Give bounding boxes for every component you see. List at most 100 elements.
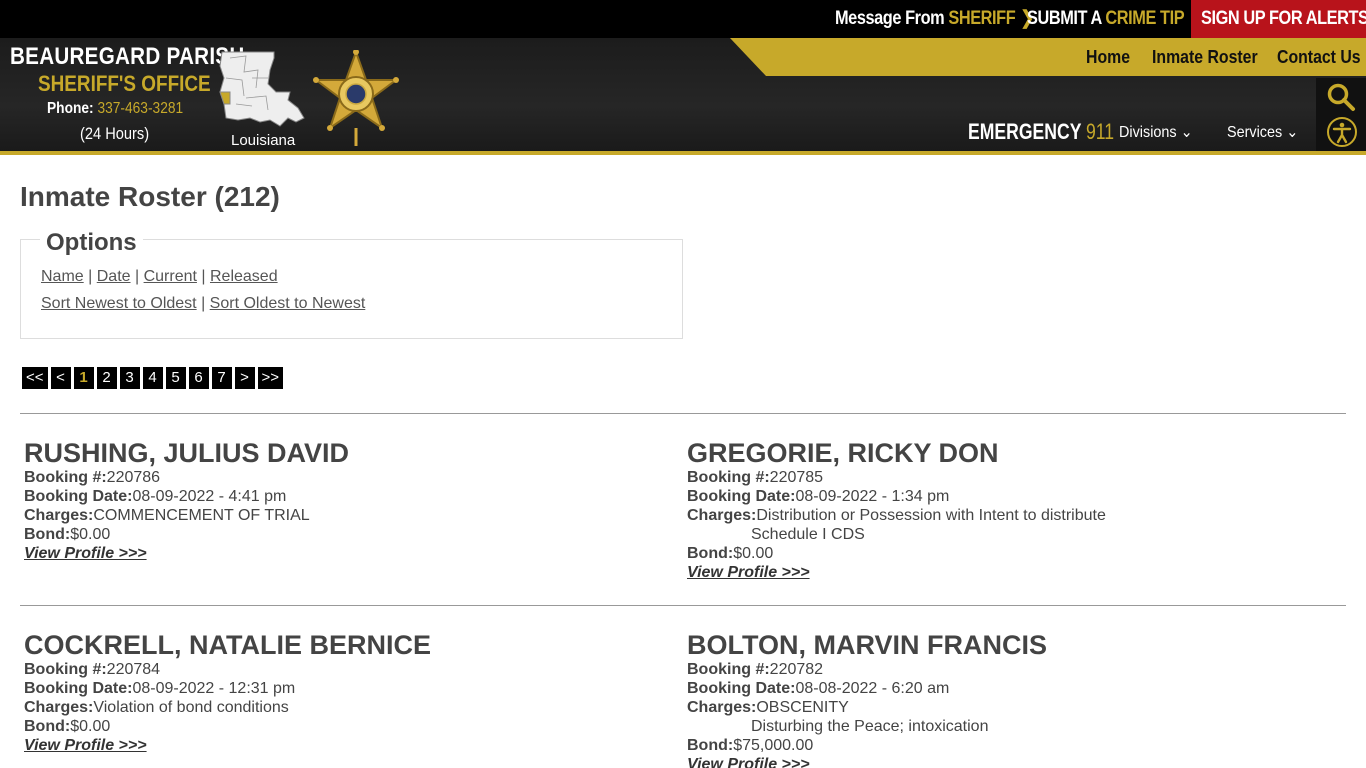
phone-number[interactable]: 337-463-3281 [97,100,183,117]
side-tools [1316,78,1366,152]
brand-title: BEAUREGARD PARISH [10,43,245,70]
page-7-button[interactable]: 7 [211,367,232,389]
brand-subtitle: SHERIFF'S OFFICE [38,71,211,96]
louisiana-map-icon [219,51,305,127]
booking-number-label: Booking #: [24,469,107,486]
emergency-911[interactable]: EMERGENCY 911 [968,119,1114,145]
filter-current-link[interactable]: Current [144,268,197,285]
message-from-sheriff-link[interactable]: Message From SHERIFF ❯ [835,0,1034,38]
row-divider [20,413,1346,414]
top-utility-bar: Message From SHERIFF ❯ SUBMIT A CRIME TIP… [0,0,1366,38]
separator: | [196,268,210,285]
page-3-button[interactable]: 3 [119,367,140,389]
options-legend: Options [40,229,143,257]
page-first-button[interactable]: << [22,367,48,389]
filter-links: Name | Date | Current | Released [41,268,278,286]
booking-date-label: Booking Date: [687,680,796,697]
booking-number: Booking #:220786 [24,468,664,487]
booking-date-label: Booking Date: [687,488,796,505]
sort-newest-link[interactable]: Sort Newest to Oldest [41,295,197,312]
alerts-label: SIGN UP FOR ALERTS [1201,8,1366,29]
page-6-button[interactable]: 6 [188,367,209,389]
bond-value: $75,000.00 [733,737,814,754]
phone-label: Phone: [47,100,98,117]
nav-inmate-roster[interactable]: Inmate Roster [1152,47,1258,68]
charge-value: Disturbing the Peace; intoxication [751,718,989,735]
site-header: BEAUREGARD PARISH SHERIFF'S OFFICE Phone… [0,38,1366,152]
crime-tip-prefix: SUBMIT A [1027,8,1106,29]
page-4-button[interactable]: 4 [142,367,163,389]
sign-up-alerts-link[interactable]: SIGN UP FOR ALERTS❯ [1201,0,1366,38]
bond: Bond:$0.00 [24,525,664,544]
nav-contact-us[interactable]: Contact Us [1277,47,1361,68]
inmate-name: GREGORIE, RICKY DON [687,438,999,468]
booking-date: Booking Date:08-09-2022 - 4:41 pm [24,487,664,506]
sort-links: Sort Newest to Oldest | Sort Oldest to N… [41,295,365,313]
emergency-number: 911 [1086,119,1115,144]
view-profile-link[interactable]: View Profile >>> [687,563,810,582]
booking-number-value: 220782 [769,661,824,678]
page-next-button[interactable]: > [234,367,255,389]
booking-date-value: 08-08-2022 - 6:20 am [795,680,950,697]
separator: | [130,268,144,285]
sort-oldest-link[interactable]: Sort Oldest to Newest [210,295,366,312]
page-last-button[interactable]: >> [257,367,284,389]
nav-home[interactable]: Home [1086,47,1130,68]
filter-name-link[interactable]: Name [41,268,84,285]
primary-nav: Home Inmate Roster Contact Us [730,38,1366,76]
charge-value: Violation of bond conditions [93,699,289,716]
pagination: << < 1 2 3 4 5 6 7 > >> [22,367,286,389]
services-dropdown[interactable]: Services ⌄ [1227,122,1298,142]
accessibility-icon[interactable] [1326,116,1358,148]
divisions-label: Divisions [1119,124,1177,141]
view-profile-link[interactable]: View Profile >>> [687,755,810,768]
charges: Charges:OBSCENITY [687,698,1327,717]
charges-label: Charges: [24,507,94,524]
filter-date-link[interactable]: Date [97,268,131,285]
sign-up-alerts-button[interactable]: SIGN UP FOR ALERTS❯ [1191,0,1366,38]
booking-number-value: 220785 [769,469,824,486]
charges: Charges:Distribution or Possession with … [687,506,1327,525]
search-icon[interactable] [1326,82,1356,112]
page-5-button[interactable]: 5 [165,367,186,389]
page-1-button[interactable]: 1 [73,367,94,389]
booking-date-value: 08-09-2022 - 1:34 pm [795,488,950,505]
booking-date: Booking Date:08-09-2022 - 12:31 pm [24,679,664,698]
booking-number-label: Booking #: [687,661,770,678]
page-2-button[interactable]: 2 [96,367,117,389]
booking-number-value: 220784 [106,661,161,678]
booking-number-label: Booking #: [687,469,770,486]
view-profile-link[interactable]: View Profile >>> [24,544,147,563]
charges-label: Charges: [687,507,757,524]
row-divider [20,605,1346,606]
view-profile-link[interactable]: View Profile >>> [24,736,147,755]
booking-date-value: 08-09-2022 - 12:31 pm [132,680,296,697]
inmate-name: BOLTON, MARVIN FRANCIS [687,630,1048,660]
booking-number: Booking #:220785 [687,468,1327,487]
bond-value: $0.00 [70,718,111,735]
services-label: Services [1227,124,1283,141]
state-label: Louisiana [231,132,296,149]
inmate-card: COCKRELL, NATALIE BERNICE Booking #:2207… [24,630,664,755]
booking-date-label: Booking Date: [24,680,133,697]
bond-label: Bond: [24,718,71,735]
charges: Charges:Violation of bond conditions [24,698,664,717]
bond: Bond:$0.00 [24,717,664,736]
bond: Bond:$75,000.00 [687,736,1327,755]
booking-date: Booking Date:08-08-2022 - 6:20 am [687,679,1327,698]
message-highlight: SHERIFF [948,8,1016,29]
submit-crime-tip-link[interactable]: SUBMIT A CRIME TIP❯ [1027,0,1203,38]
divisions-dropdown[interactable]: Divisions ⌄ [1119,122,1193,142]
booking-date-value: 08-09-2022 - 4:41 pm [132,488,287,505]
filter-released-link[interactable]: Released [210,268,278,285]
brand-hours: (24 Hours) [80,124,150,143]
charges-label: Charges: [687,699,757,716]
separator: | [196,295,210,312]
charge-value: OBSCENITY [756,699,849,716]
charge-value: COMMENCEMENT OF TRIAL [93,507,310,524]
page-prev-button[interactable]: < [50,367,71,389]
inmate-card: BOLTON, MARVIN FRANCIS Booking #:220782 … [687,630,1327,768]
inmate-card: GREGORIE, RICKY DON Booking #:220785 Boo… [687,438,1327,582]
bond-value: $0.00 [70,526,111,543]
message-prefix: Message From [835,8,949,29]
